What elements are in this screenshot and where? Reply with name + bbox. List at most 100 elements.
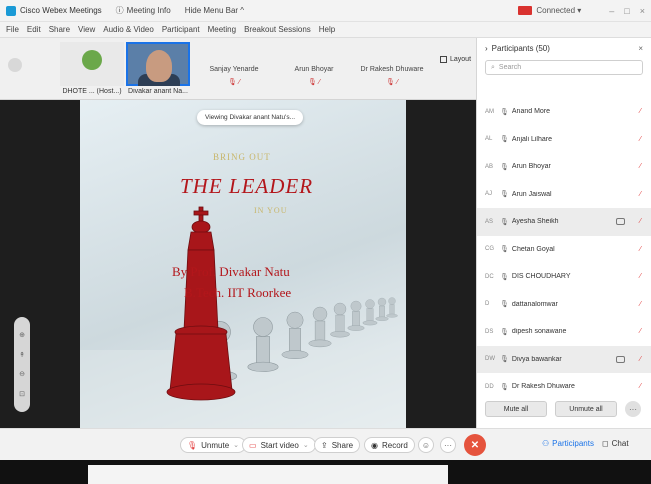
tile-name: DHOTE ... (Host...) (62, 88, 122, 95)
connection-status[interactable]: Connected ▾ (518, 6, 581, 15)
fit-icon[interactable]: ⊡ (19, 390, 25, 398)
muted-icon[interactable]: ⁄ (637, 136, 644, 143)
webex-window: Cisco Webex Meetings ⓘ Meeting Info Hide… (0, 0, 651, 484)
bottom-window-edge (88, 465, 448, 484)
start-video-button[interactable]: ▭ Start video ⌄ (242, 437, 316, 453)
avatar: AM (485, 108, 494, 115)
zoom-out-icon[interactable]: ⊖ (19, 370, 25, 378)
chevron-down-icon[interactable]: ⌄ (233, 441, 239, 449)
tile-thumbnail (126, 42, 190, 86)
video-tile-active-speaker[interactable]: Divakar anant Na... (126, 42, 190, 96)
slide-author-credentials: B.Tech. IIT Roorkee (184, 285, 292, 300)
share-button[interactable]: ⇪ Share (314, 437, 361, 453)
avatar: AL (485, 136, 493, 143)
avatar: DD (485, 383, 494, 390)
unmute-all-button[interactable]: Unmute all (555, 401, 617, 417)
tile-name: Dr Rakesh Dhuware (360, 66, 424, 73)
filmstrip-prev-button[interactable] (8, 58, 22, 72)
menu-breakout-sessions[interactable]: Breakout Sessions (244, 25, 311, 34)
muted-mic-icon: 🎙 ⁄ (307, 79, 320, 86)
hide-menu-bar-button[interactable]: Hide Menu Bar ^ (185, 6, 244, 15)
avatar: DS (485, 328, 494, 335)
pointer-icon[interactable]: ↟ (19, 351, 25, 359)
video-tile[interactable]: Sanjay Yenarde 🎙 ⁄ (200, 42, 268, 96)
avatar: D (485, 301, 490, 308)
chat-icon: ◻ (602, 439, 609, 448)
share-icon: ⇪ (321, 440, 328, 450)
zoom-in-icon[interactable]: ⊕ (19, 331, 25, 339)
participants-button[interactable]: ⚇ Participants (542, 439, 594, 448)
video-icon[interactable] (616, 218, 625, 226)
participant-row[interactable]: DC 🎙 DIS CHOUDHARY ⁄ (477, 263, 651, 291)
close-window-button[interactable]: × (640, 6, 645, 16)
participant-search-input[interactable]: ⌕ Search (485, 60, 643, 75)
video-icon[interactable] (616, 355, 625, 363)
close-panel-button[interactable]: × (638, 44, 643, 53)
muted-icon[interactable]: ⁄ (637, 108, 644, 115)
menu-help[interactable]: Help (319, 25, 335, 34)
participant-row[interactable]: AM 🎙 Anand More ⁄ (477, 98, 651, 126)
muted-mic-icon: 🎙 ⁄ (385, 79, 398, 86)
video-filmstrip: DHOTE ... (Host...) Divakar anant Na... … (0, 38, 476, 100)
search-placeholder: Search (498, 64, 522, 71)
unmute-button[interactable]: 🎙 Unmute ⌄ (180, 437, 247, 453)
maximize-button[interactable]: □ (624, 6, 629, 16)
title-bar: Cisco Webex Meetings ⓘ Meeting Info Hide… (0, 0, 651, 22)
avatar: AS (485, 218, 494, 225)
mic-icon: 🎙 (500, 356, 509, 364)
participant-row[interactable]: DW 🎙 Divya bawankar ⁄ (477, 345, 651, 373)
participant-row[interactable]: AL 🎙 Anjali Lilhare ⁄ (477, 126, 651, 154)
muted-icon[interactable]: ⁄ (637, 328, 644, 335)
mic-icon: 🎙 (500, 383, 509, 391)
record-label: Record (381, 440, 408, 450)
video-tile[interactable]: Dr Rakesh Dhuware 🎙 ⁄ (356, 42, 428, 96)
menu-meeting[interactable]: Meeting (208, 25, 236, 34)
slide-tagline-bottom: IN YOU (254, 206, 288, 215)
participant-row[interactable]: AB 🎙 Arun Bhoyar ⁄ (477, 153, 651, 181)
muted-icon[interactable]: ⁄ (637, 163, 644, 170)
participant-row[interactable]: CG 🎙 Chetan Goyal ⁄ (477, 236, 651, 264)
more-button[interactable]: ··· (440, 437, 456, 453)
meeting-info-button[interactable]: ⓘ Meeting Info (116, 5, 171, 16)
participant-row[interactable]: AS 🎙 Ayesha Sheikh ⁄ (477, 208, 651, 236)
muted-icon[interactable]: ⁄ (637, 218, 644, 225)
chevron-down-icon[interactable]: ⌄ (303, 441, 309, 449)
muted-icon[interactable]: ⁄ (637, 356, 644, 363)
mic-icon: 🎙 (500, 163, 509, 171)
menu-file[interactable]: File (6, 25, 19, 34)
chat-button[interactable]: ◻ Chat (602, 439, 629, 448)
menu-view[interactable]: View (78, 25, 95, 34)
muted-icon[interactable]: ⁄ (637, 246, 644, 253)
muted-icon[interactable]: ⁄ (637, 383, 644, 390)
mic-icon: 🎙 (500, 191, 509, 199)
menu-participant[interactable]: Participant (162, 25, 200, 34)
menu-edit[interactable]: Edit (27, 25, 41, 34)
mute-all-button[interactable]: Mute all (485, 401, 547, 417)
muted-icon[interactable]: ⁄ (637, 273, 644, 280)
minimize-button[interactable]: – (609, 6, 614, 16)
reactions-button[interactable]: ☺ (418, 437, 434, 453)
leave-meeting-button[interactable]: ✕ (464, 434, 486, 456)
record-button[interactable]: ◉ Record (364, 437, 415, 453)
start-video-label: Start video (260, 440, 299, 450)
slide-tagline-top: BRING OUT (213, 152, 271, 162)
participant-row[interactable]: DS 🎙 dipesh sonawane ⁄ (477, 318, 651, 346)
menu-audio-video[interactable]: Audio & Video (103, 25, 154, 34)
participant-name: Arun Jaiswal (511, 190, 552, 198)
avatar (82, 50, 102, 70)
avatar: AJ (485, 191, 493, 198)
layout-button[interactable]: Layout (440, 56, 471, 63)
muted-icon[interactable]: ⁄ (637, 191, 644, 198)
panel-title: Participants (50) (491, 43, 550, 53)
video-off-icon: ▭ (249, 440, 257, 450)
participant-row[interactable]: AJ 🎙 Arun Jaiswal ⁄ (477, 181, 651, 209)
muted-icon[interactable]: ⁄ (637, 301, 644, 308)
participant-row[interactable]: D 🎙 dattanalomwar ⁄ (477, 291, 651, 319)
avatar: AB (485, 163, 494, 170)
menu-share[interactable]: Share (49, 25, 70, 34)
participant-name: Arun Bhoyar (511, 163, 551, 171)
video-tile[interactable]: Arun Bhoyar 🎙 ⁄ (280, 42, 348, 96)
video-tile[interactable]: DHOTE ... (Host...) (60, 42, 124, 96)
collapse-chevron-icon[interactable]: › (485, 44, 488, 53)
more-options-button[interactable]: ··· (625, 401, 641, 417)
